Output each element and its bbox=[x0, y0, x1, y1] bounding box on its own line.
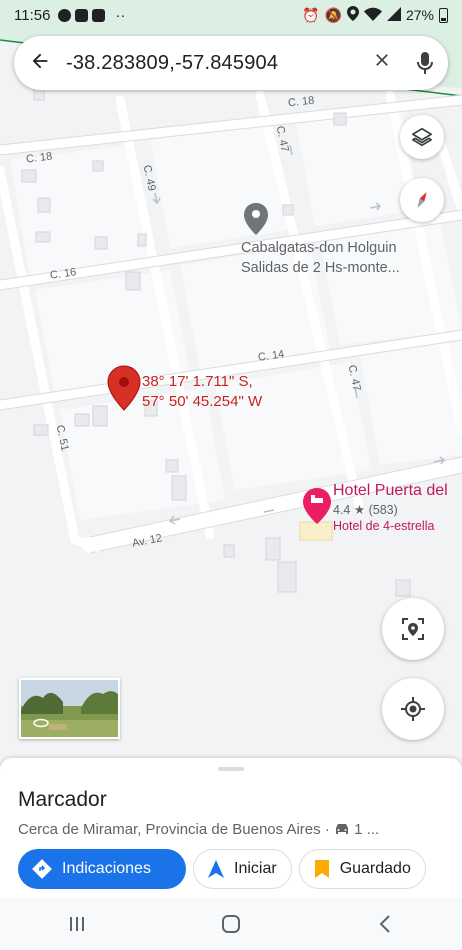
battery-icon bbox=[439, 7, 448, 23]
action-chips: Indicaciones Iniciar Guardado bbox=[18, 849, 426, 889]
saved-button[interactable]: Guardado bbox=[298, 849, 426, 889]
youtube-icon bbox=[75, 8, 89, 22]
back-button[interactable] bbox=[14, 48, 66, 79]
status-bar: 11:56 ·· ⏰ 🔕 27% bbox=[0, 0, 462, 30]
compass-icon bbox=[417, 192, 427, 208]
poi-label-line1: Cabalgatas-don Holguin bbox=[241, 240, 397, 256]
directions-icon bbox=[32, 859, 52, 879]
bookmark-icon bbox=[314, 859, 330, 879]
clear-button[interactable] bbox=[362, 49, 402, 77]
chevron-left-icon bbox=[379, 915, 390, 933]
signal-icon bbox=[386, 6, 401, 24]
star-icon: ★ bbox=[353, 503, 366, 517]
location-icon bbox=[346, 6, 359, 24]
start-button[interactable]: Iniciar bbox=[193, 849, 292, 889]
pin-longitude: 57° 50' 45.254" W bbox=[142, 393, 263, 410]
place-subtitle: Cerca de Miramar, Provincia de Buenos Ai… bbox=[18, 821, 448, 838]
place-sheet[interactable]: Marcador Cerca de Miramar, Provincia de … bbox=[0, 758, 462, 898]
maps-screen: C. 18 C. 18 C. 47 C. 49 C. 16 C. 14 C. 4… bbox=[0, 0, 462, 950]
car-icon bbox=[334, 821, 354, 838]
hotel-name[interactable]: Hotel Puerta del bbox=[333, 482, 448, 500]
layers-icon bbox=[412, 127, 432, 147]
layers-button[interactable] bbox=[400, 115, 444, 159]
dropped-pin-coordinates[interactable]: 38° 17' 1.711" S, 57° 50' 45.254" W bbox=[142, 372, 262, 412]
recent-apps-button[interactable] bbox=[47, 904, 107, 944]
saved-label: Guardado bbox=[339, 860, 411, 877]
my-location-button[interactable] bbox=[382, 678, 444, 740]
more-notifications: ·· bbox=[115, 6, 126, 24]
voice-search-button[interactable] bbox=[402, 51, 448, 75]
start-label: Iniciar bbox=[234, 860, 277, 877]
navigation-arrow-icon bbox=[208, 860, 224, 878]
drive-time: 1 ... bbox=[354, 821, 380, 838]
360-view-icon bbox=[33, 718, 49, 728]
wifi-icon bbox=[363, 7, 382, 24]
sheet-drag-handle[interactable] bbox=[218, 767, 244, 771]
mute-icon: 🔕 bbox=[324, 6, 342, 23]
arrow-left-icon bbox=[32, 53, 48, 68]
mic-icon bbox=[417, 52, 433, 74]
search-input[interactable]: -38.283809,-57.845904 bbox=[66, 52, 362, 75]
hotel-rating-value: 4.4 bbox=[333, 503, 351, 517]
status-time: 11:56 bbox=[14, 6, 51, 24]
directions-button[interactable]: Indicaciones bbox=[18, 849, 186, 889]
hotel-rating: 4.4 ★ (583) bbox=[333, 502, 398, 517]
my-location-icon bbox=[401, 697, 425, 721]
hotel-pin-icon bbox=[303, 488, 331, 524]
pin-latitude: 38° 17' 1.711" S, bbox=[142, 373, 253, 390]
poi-label[interactable]: Cabalgatas-don Holguin Salidas de 2 Hs-m… bbox=[241, 238, 400, 278]
whatsapp-icon bbox=[58, 8, 72, 22]
home-icon bbox=[222, 915, 240, 933]
location-picker-icon bbox=[402, 618, 424, 640]
close-icon bbox=[376, 54, 388, 66]
place-title: Marcador bbox=[18, 788, 107, 811]
alarm-icon: ⏰ bbox=[302, 6, 320, 23]
compass-button[interactable] bbox=[400, 178, 444, 222]
system-nav-bar bbox=[0, 898, 462, 950]
street-view-thumbnail[interactable] bbox=[19, 678, 120, 739]
poi-label-line2: Salidas de 2 Hs-monte... bbox=[241, 260, 400, 276]
search-bar[interactable]: -38.283809,-57.845904 bbox=[14, 36, 448, 90]
map-pin-picker-button[interactable] bbox=[382, 598, 444, 660]
back-nav-button[interactable] bbox=[355, 904, 415, 944]
place-address: Cerca de Miramar, Provincia de Buenos Ai… bbox=[18, 821, 334, 838]
home-button[interactable] bbox=[201, 904, 261, 944]
directions-label: Indicaciones bbox=[62, 860, 151, 877]
hotel-type: Hotel de 4-estrella bbox=[333, 519, 435, 533]
status-right: ⏰ 🔕 27% bbox=[302, 6, 448, 24]
youtube-icon bbox=[92, 8, 106, 22]
battery-percent: 27% bbox=[405, 7, 434, 23]
hotel-review-count: (583) bbox=[368, 503, 398, 517]
recents-icon bbox=[70, 917, 84, 931]
